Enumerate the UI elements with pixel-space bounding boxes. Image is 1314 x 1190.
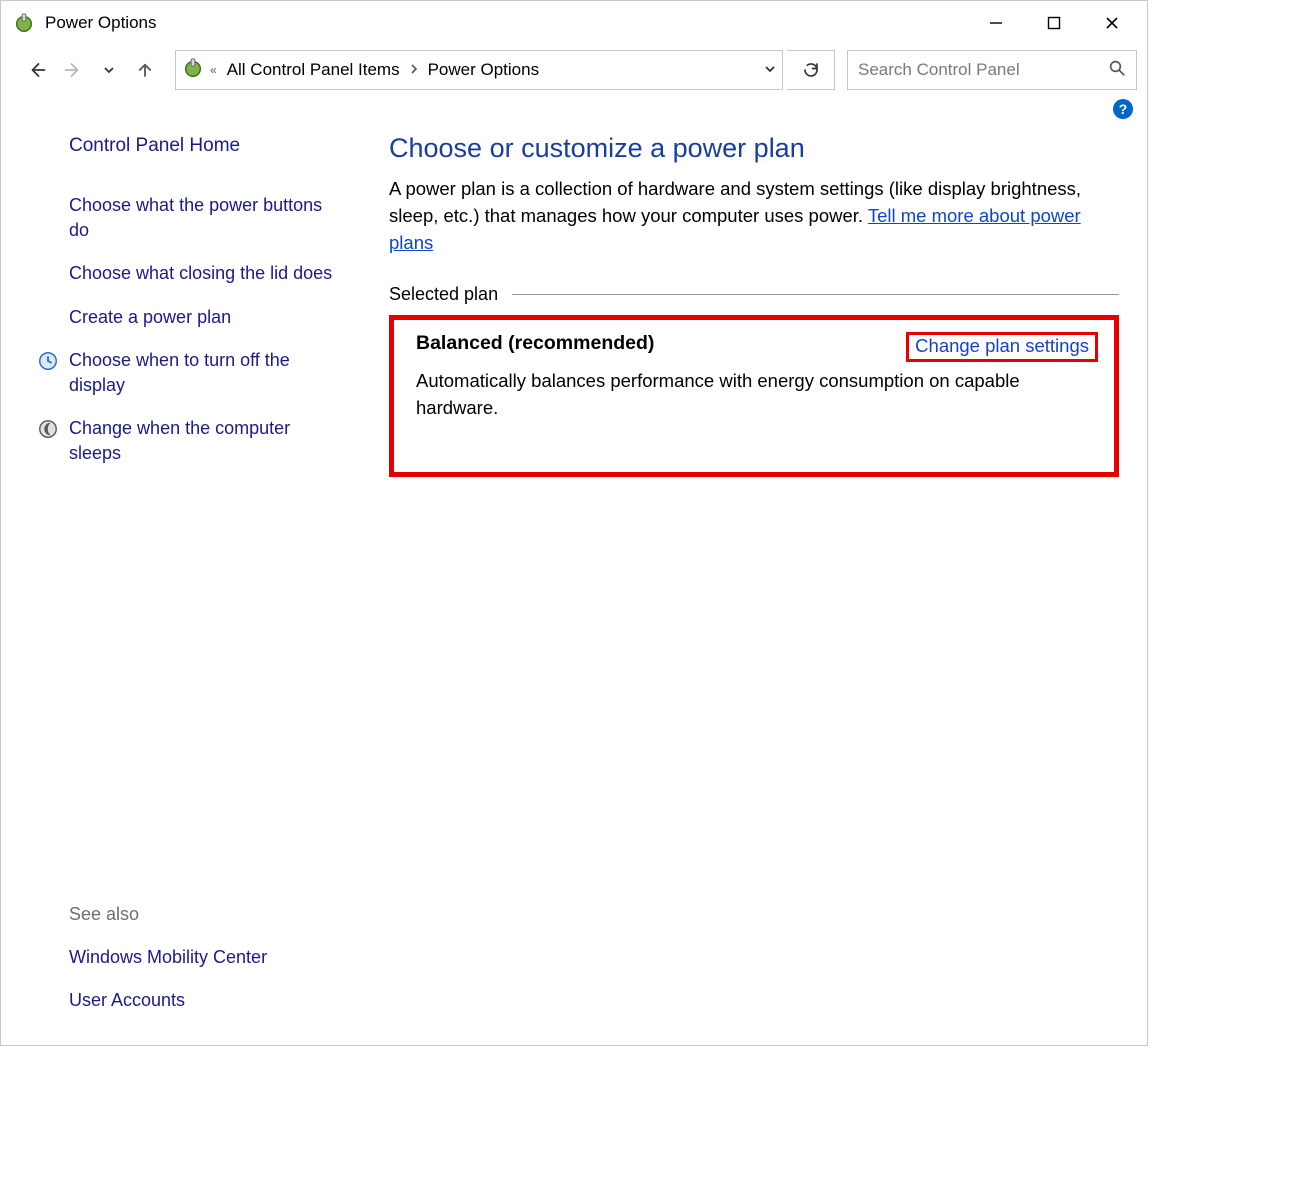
navigation-bar: « All Control Panel Items Power Options — [1, 45, 1147, 95]
breadcrumb-power-options[interactable]: Power Options — [424, 58, 544, 82]
see-also-mobility-center[interactable]: Windows Mobility Center — [37, 945, 343, 970]
page-description: A power plan is a collection of hardware… — [389, 176, 1119, 256]
moon-icon — [37, 418, 59, 440]
address-dropdown-button[interactable] — [764, 62, 776, 79]
sidebar-label: Choose what closing the lid does — [69, 261, 332, 286]
titlebar: Power Options — [1, 1, 1147, 45]
content-body: Control Panel Home Choose what the power… — [1, 125, 1147, 1045]
plan-name: Balanced (recommended) — [416, 332, 654, 355]
window-controls — [967, 1, 1141, 45]
clock-icon — [37, 350, 59, 372]
control-panel-home-link[interactable]: Control Panel Home — [37, 135, 343, 157]
up-button[interactable] — [129, 54, 161, 86]
sidebar-label: User Accounts — [69, 988, 185, 1013]
address-bar[interactable]: « All Control Panel Items Power Options — [175, 50, 783, 90]
minimize-button[interactable] — [967, 1, 1025, 45]
window-title: Power Options — [45, 13, 967, 33]
sidebar-link-create-plan[interactable]: Create a power plan — [37, 305, 343, 330]
page-heading: Choose or customize a power plan — [389, 133, 1119, 164]
selected-plan-box: Balanced (recommended) Change plan setti… — [389, 315, 1119, 477]
toolbar-row: ? — [1, 95, 1147, 125]
section-divider — [512, 294, 1119, 295]
see-also-header: See also — [37, 904, 343, 925]
main-content: Choose or customize a power plan A power… — [363, 125, 1131, 1029]
help-icon[interactable]: ? — [1113, 99, 1133, 119]
plan-header: Balanced (recommended) Change plan setti… — [416, 332, 1098, 362]
power-options-app-icon — [13, 12, 35, 34]
breadcrumb-overflow-icon[interactable]: « — [210, 63, 217, 77]
maximize-button[interactable] — [1025, 1, 1083, 45]
sidebar-link-display-off[interactable]: Choose when to turn off the display — [37, 348, 343, 398]
sidebar-label: Windows Mobility Center — [69, 945, 267, 970]
back-button[interactable] — [21, 54, 53, 86]
change-plan-settings-link[interactable]: Change plan settings — [906, 332, 1098, 362]
power-options-window: Power Options — [0, 0, 1148, 1046]
forward-button[interactable] — [57, 54, 89, 86]
recent-locations-button[interactable] — [93, 54, 125, 86]
plan-description: Automatically balances performance with … — [416, 368, 1098, 422]
sidebar-label: Create a power plan — [69, 305, 231, 330]
refresh-button[interactable] — [787, 50, 835, 90]
sidebar-label: Choose what the power buttons do — [69, 193, 343, 243]
section-label: Selected plan — [389, 284, 498, 305]
sidebar-label: Change when the computer sleeps — [69, 416, 343, 466]
breadcrumb-all-control-panel[interactable]: All Control Panel Items — [223, 58, 404, 82]
search-box[interactable] — [847, 50, 1137, 90]
search-icon[interactable] — [1108, 59, 1126, 82]
address-bar-icon — [182, 57, 204, 83]
sidebar-link-closing-lid[interactable]: Choose what closing the lid does — [37, 261, 343, 286]
section-header: Selected plan — [389, 284, 1119, 305]
search-input[interactable] — [858, 60, 1108, 80]
sidebar: Control Panel Home Choose what the power… — [17, 125, 363, 1029]
chevron-right-icon[interactable] — [410, 63, 418, 77]
sidebar-label: Choose when to turn off the display — [69, 348, 343, 398]
see-also-user-accounts[interactable]: User Accounts — [37, 988, 343, 1013]
sidebar-link-power-buttons[interactable]: Choose what the power buttons do — [37, 193, 343, 243]
close-button[interactable] — [1083, 1, 1141, 45]
sidebar-link-computer-sleeps[interactable]: Change when the computer sleeps — [37, 416, 343, 466]
